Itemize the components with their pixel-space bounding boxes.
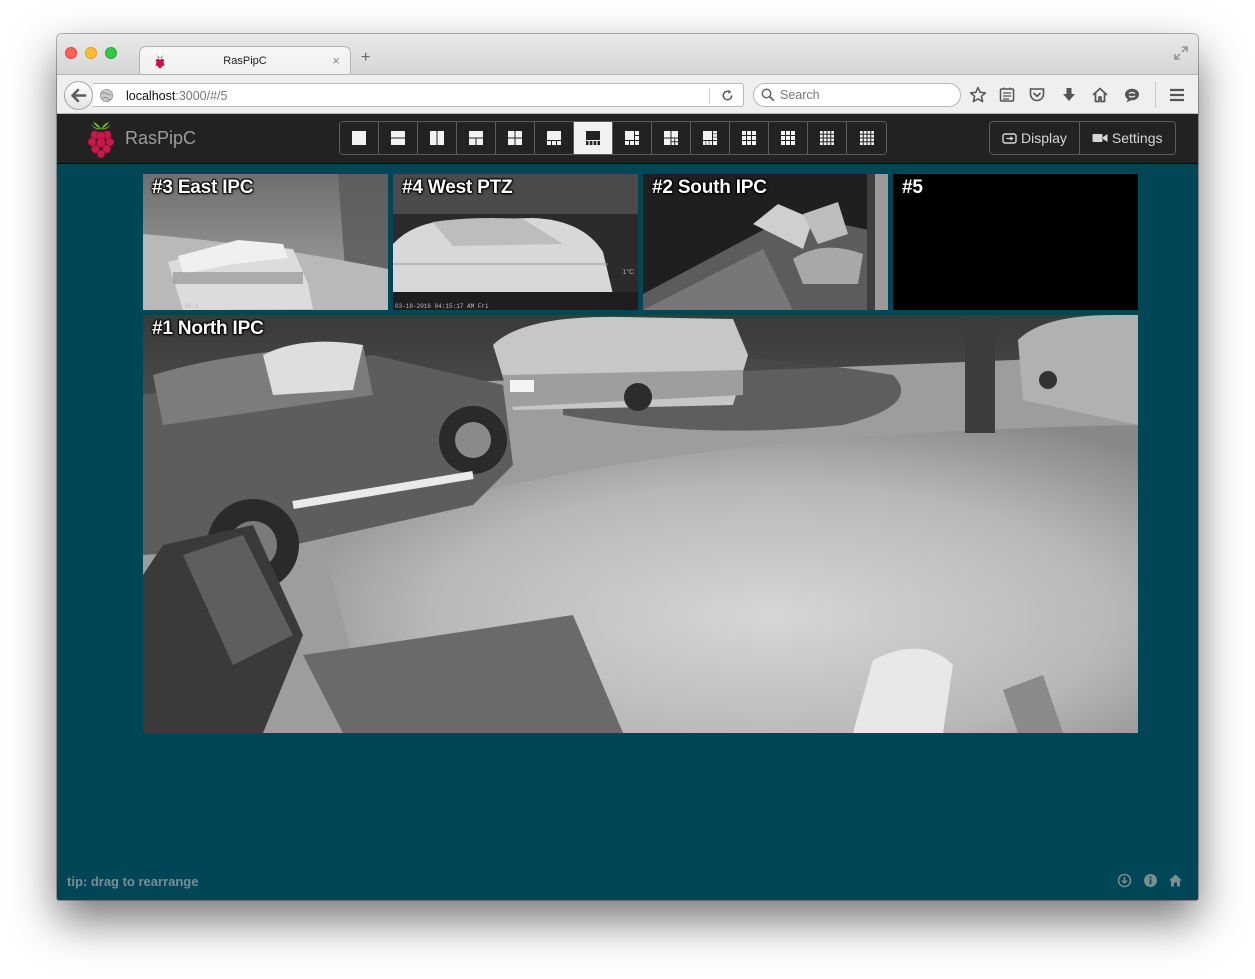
browser-window: RasPipC × + localhost:3000/#/5 Search Ra… <box>57 34 1198 900</box>
layout-button-layout-6[interactable] <box>613 122 652 154</box>
layout-grid-icon <box>625 131 639 145</box>
layout-grid-icon <box>820 131 834 145</box>
back-arrow-icon <box>71 88 87 103</box>
layout-grid-icon <box>586 131 600 145</box>
layout-button-layout-5b[interactable] <box>574 122 613 154</box>
camera-timestamp: 03-18-2016 04:1 <box>145 303 200 310</box>
layout-selector <box>339 121 887 155</box>
layout-grid-icon <box>859 131 874 145</box>
divider <box>1155 82 1156 108</box>
camera-label: #1 North IPC <box>152 318 264 339</box>
globe-icon <box>99 88 114 103</box>
camera-temperature: 1°C <box>622 269 634 276</box>
download-circle-icon[interactable] <box>1117 873 1132 888</box>
layout-grid-icon <box>742 131 756 145</box>
layout-grid-icon <box>547 131 561 145</box>
camera-tile-east[interactable]: #3 East IPC 03-18-2016 04:1 <box>143 174 388 310</box>
layout-grid-icon <box>508 131 522 145</box>
fullscreen-icon[interactable] <box>1174 46 1188 60</box>
layout-button-layout-2v[interactable] <box>418 122 457 154</box>
footer-tip: tip: drag to rearrange <box>67 874 199 889</box>
search-input[interactable] <box>780 86 950 104</box>
chat-icon[interactable] <box>1123 86 1141 104</box>
layout-grid-icon <box>664 131 678 145</box>
layout-grid-icon <box>703 131 717 145</box>
layout-button-layout-5[interactable] <box>535 122 574 154</box>
settings-label: Settings <box>1111 130 1163 146</box>
layout-grid-icon <box>430 131 444 145</box>
camera-label: #5 <box>902 177 923 198</box>
camera-timestamp: 03-18-2016 04:15:17 AM Fri <box>395 303 489 310</box>
app-navbar: RasPipC Display Settings <box>57 114 1198 164</box>
camera-tile-5[interactable]: #5 <box>893 174 1138 310</box>
url-host: localhost <box>126 89 176 103</box>
layout-button-layout-3[interactable] <box>457 122 496 154</box>
close-window-button[interactable] <box>65 47 77 59</box>
settings-button[interactable]: Settings <box>1078 122 1175 154</box>
layout-grid-icon <box>352 131 366 145</box>
brand-name[interactable]: RasPipC <box>125 128 196 149</box>
camera-label: #2 South IPC <box>652 177 767 198</box>
back-button[interactable] <box>64 81 93 110</box>
action-group: Display Settings <box>989 121 1176 155</box>
layout-grid-icon <box>391 131 405 145</box>
search-icon <box>761 88 775 102</box>
pocket-icon[interactable] <box>1028 86 1046 104</box>
reading-list-icon[interactable] <box>998 86 1016 104</box>
camera-tile-south[interactable]: #2 South IPC <box>643 174 888 310</box>
camera-tile-west[interactable]: #4 West PTZ 03-18-2016 04:15:17 AM Fri 1… <box>393 174 638 310</box>
info-icon[interactable] <box>1143 873 1158 888</box>
layout-button-layout-1[interactable] <box>340 122 379 154</box>
layout-grid-icon <box>781 131 795 145</box>
menu-icon[interactable] <box>1168 86 1186 104</box>
layout-button-layout-16[interactable] <box>847 122 886 154</box>
camera-label: #3 East IPC <box>152 177 254 198</box>
layout-button-layout-13[interactable] <box>808 122 847 154</box>
layout-grid-icon <box>469 131 483 145</box>
divider <box>709 88 710 104</box>
layout-button-layout-4[interactable] <box>496 122 535 154</box>
address-bar[interactable]: localhost:3000/#/5 <box>93 83 744 107</box>
app-viewport: RasPipC Display Settings #3 East IPC 03-… <box>57 114 1198 900</box>
url-path: :3000/#/5 <box>175 89 228 103</box>
tab-title: RasPipC <box>223 55 267 67</box>
download-icon[interactable] <box>1060 86 1078 104</box>
bookmark-star-icon[interactable] <box>969 86 987 104</box>
display-label: Display <box>1021 130 1067 146</box>
camera-tile-north[interactable]: #1 North IPC <box>143 315 1138 733</box>
raspberry-logo[interactable] <box>85 119 117 159</box>
browser-tab[interactable]: RasPipC × <box>139 46 351 75</box>
navigation-bar: localhost:3000/#/5 <box>57 74 1198 114</box>
layout-button-layout-9[interactable] <box>730 122 769 154</box>
reload-icon[interactable] <box>720 88 735 103</box>
home-icon[interactable] <box>1091 86 1109 104</box>
video-camera-icon <box>1092 134 1108 142</box>
layout-button-layout-2h[interactable] <box>379 122 418 154</box>
layout-button-layout-8[interactable] <box>691 122 730 154</box>
display-icon <box>1002 132 1017 144</box>
new-tab-button[interactable]: + <box>361 49 370 67</box>
zoom-window-button[interactable] <box>105 47 117 59</box>
tab-close-icon[interactable]: × <box>332 53 340 68</box>
layout-button-layout-7[interactable] <box>652 122 691 154</box>
minimize-window-button[interactable] <box>85 47 97 59</box>
title-bar: RasPipC × + <box>57 34 1198 75</box>
display-button[interactable]: Display <box>990 122 1079 154</box>
search-bar[interactable] <box>753 83 961 107</box>
url-text: localhost:3000/#/5 <box>126 89 227 103</box>
layout-button-layout-10[interactable] <box>769 122 808 154</box>
camera-label: #4 West PTZ <box>402 177 513 198</box>
camera-feed-north <box>143 315 1138 733</box>
home-icon[interactable] <box>1168 873 1183 888</box>
